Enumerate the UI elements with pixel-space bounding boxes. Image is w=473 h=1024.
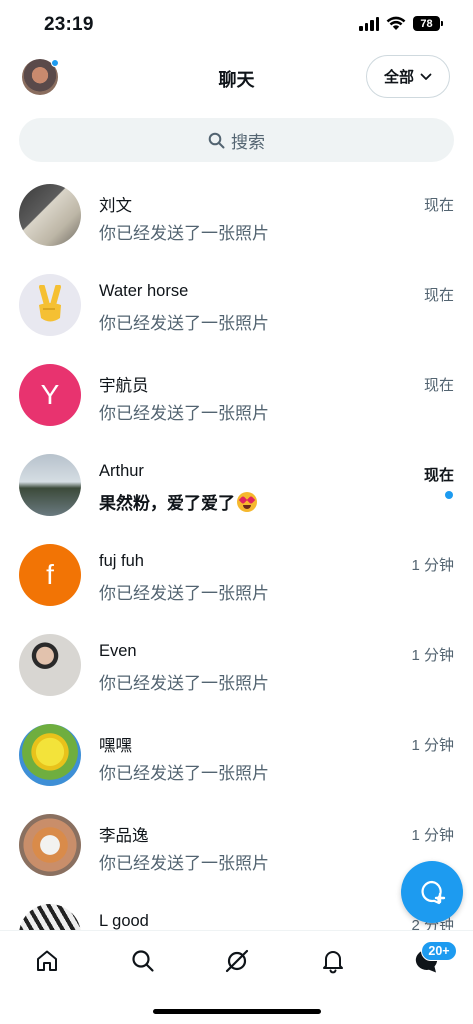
chat-preview: 果然粉，爱了爱了 [99,489,257,514]
chat-time: 现在 [423,467,454,484]
home-icon [37,950,57,971]
chat-name: Even [99,642,137,660]
chat-name: 李品逸 [99,827,149,845]
avatar [19,184,81,246]
chat-name: 宇航员 [99,377,149,395]
chat-row[interactable]: Water horse 你已经发送了一张照片 现在 [0,260,473,350]
avatar: f [19,544,81,606]
chat-time: 现在 [423,197,454,214]
heart-eyes-emoji-icon [237,492,257,512]
search-bar[interactable]: 搜索 [19,118,454,162]
unread-dot [445,491,453,499]
filter-dropdown-button[interactable]: 全部 [366,55,450,98]
status-time: 23:19 [44,14,94,35]
new-message-icon [421,880,446,905]
chat-preview: 你已经发送了一张照片 [99,764,269,783]
search-icon [208,132,225,148]
chat-time: 现在 [423,377,454,394]
messages-badge: 20+ [421,941,457,961]
avatar [19,454,81,516]
header: 聊天 全部 [0,54,473,102]
battery-level: 78 [413,16,440,31]
new-message-button[interactable] [401,861,463,923]
chat-preview: 你已经发送了一张照片 [99,854,269,873]
chat-time: 1 分钟 [411,827,454,844]
chat-time: 1 分钟 [411,557,454,574]
chat-row[interactable]: Arthur 果然粉，爱了爱了 现在 [0,440,473,530]
search-icon [132,950,154,972]
chat-time: 现在 [423,287,454,304]
avatar [19,814,81,876]
filter-label: 全部 [383,69,414,86]
grok-icon [225,949,249,973]
chat-preview: 你已经发送了一张照片 [99,584,269,603]
status-bar: 23:19 78 [0,0,473,54]
chat-name: Arthur [99,462,144,480]
chat-row[interactable]: 李品逸 你已经发送了一张照片 1 分钟 [0,800,473,890]
chat-time: 1 分钟 [411,737,454,754]
avatar [19,634,81,696]
chat-name: L good [99,912,149,930]
avatar [19,274,81,336]
status-icons: 78 [359,16,443,31]
search-label: 搜索 [231,132,265,152]
chat-row[interactable]: Y 宇航员 你已经发送了一张照片 现在 [0,350,473,440]
nav-notifications[interactable] [317,945,349,977]
avatar [19,724,81,786]
chat-name: 刘文 [99,197,132,215]
battery-icon: 78 [413,16,443,31]
chevron-down-icon [420,73,432,80]
chat-preview-text: 果然粉，爱了爱了 [99,494,235,513]
avatar: Y [19,364,81,426]
chat-preview: 你已经发送了一张照片 [99,404,269,423]
chat-preview: 你已经发送了一张照片 [99,314,269,333]
chat-name: Water horse [99,282,189,300]
chat-row[interactable]: 嘿嘿 你已经发送了一张照片 1 分钟 [0,710,473,800]
chat-name: fuj fuh [99,552,144,570]
cellular-signal-icon [359,16,379,31]
nav-search[interactable] [127,945,159,977]
chat-name: 嘿嘿 [99,737,132,755]
chat-preview: 你已经发送了一张照片 [99,674,269,693]
chat-preview: 你已经发送了一张照片 [99,224,269,243]
nav-grok[interactable] [221,945,253,977]
wifi-icon [386,16,406,30]
victory-hand-icon [39,285,61,322]
bell-icon [323,951,343,974]
nav-home[interactable] [31,945,63,977]
chat-row[interactable]: f fuj fuh 你已经发送了一张照片 1 分钟 [0,530,473,620]
chat-time: 1 分钟 [411,647,454,664]
home-indicator [153,1009,321,1014]
chat-row[interactable]: 刘文 你已经发送了一张照片 现在 [0,170,473,260]
chat-row[interactable]: Even 你已经发送了一张照片 1 分钟 [0,620,473,710]
